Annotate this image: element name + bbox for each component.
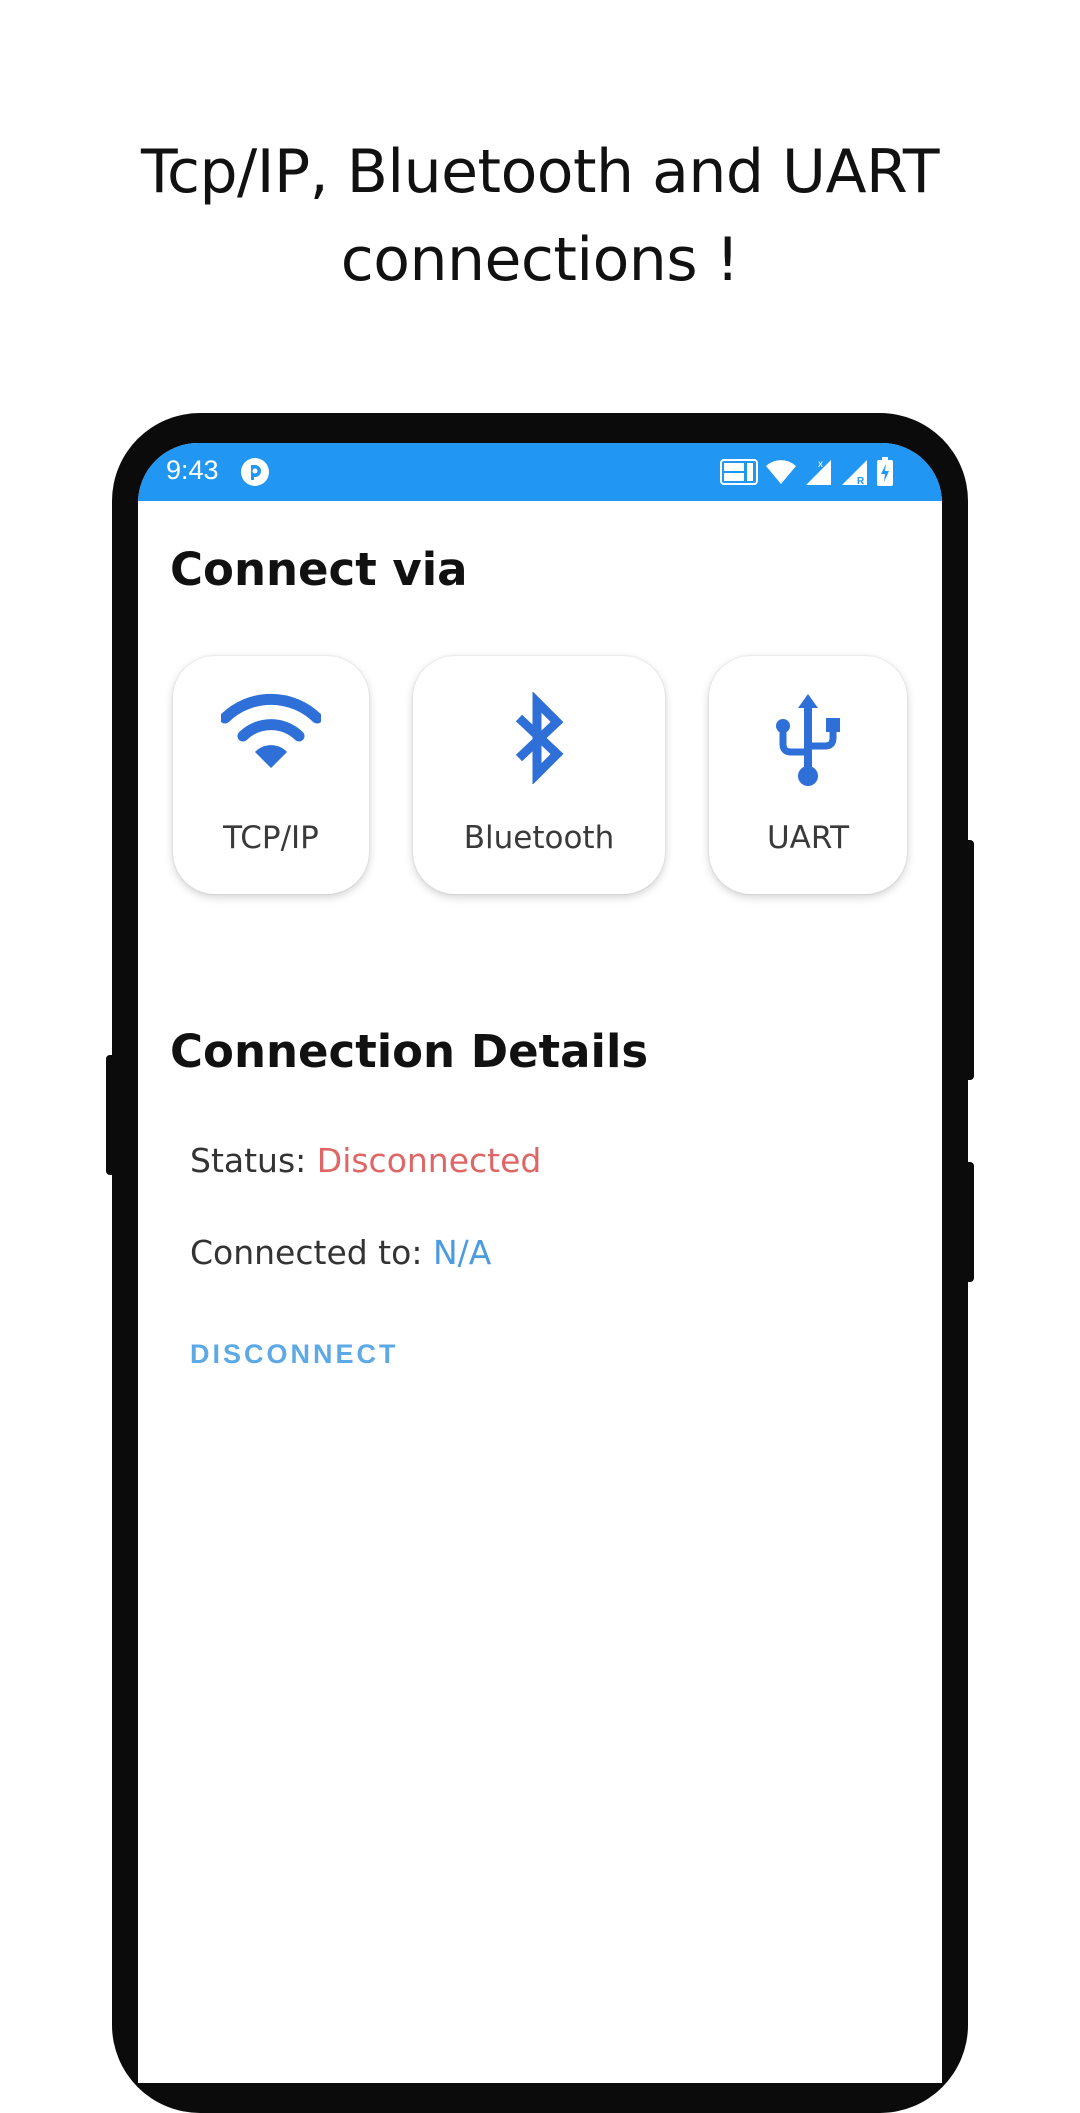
signal-roaming-icon: R bbox=[842, 460, 867, 486]
uart-option-card[interactable]: UART bbox=[709, 656, 907, 894]
signal-icon: x bbox=[806, 459, 831, 485]
disconnect-button[interactable]: DISCONNECT bbox=[190, 1339, 399, 1370]
tcpip-option-label: TCP/IP bbox=[223, 820, 319, 856]
promo-headline-line-2: connections ! bbox=[340, 225, 740, 295]
status-value: Disconnected bbox=[316, 1141, 542, 1180]
connection-details-title: Connection Details bbox=[170, 1025, 649, 1078]
status-time: 9:43 bbox=[166, 455, 219, 485]
status-bar: 9:43 x R bbox=[138, 443, 942, 501]
status-row: Status: Disconnected bbox=[190, 1141, 541, 1180]
bluetooth-option-label: Bluetooth bbox=[463, 820, 615, 856]
svg-text:R: R bbox=[857, 476, 865, 486]
svg-text:x: x bbox=[818, 459, 823, 470]
bluetooth-icon bbox=[515, 692, 564, 784]
uart-option-label: UART bbox=[766, 820, 850, 856]
bluetooth-option-card[interactable]: Bluetooth bbox=[413, 656, 665, 894]
connected-to-row: Connected to: N/A bbox=[190, 1233, 491, 1272]
connected-to-value: N/A bbox=[432, 1233, 492, 1272]
promo-headline: Tcp/IP, Bluetooth and UART connections ! bbox=[0, 128, 1080, 304]
phone-screen: 9:43 x R Connect via TCP/IP Bluetooth UA… bbox=[138, 443, 942, 2083]
battery-charging-icon bbox=[877, 457, 893, 486]
promo-headline-line-1: Tcp/IP, Bluetooth and UART bbox=[141, 137, 940, 207]
connect-via-title: Connect via bbox=[170, 543, 468, 596]
usb-icon bbox=[776, 694, 840, 786]
status-icons: x R bbox=[720, 457, 894, 487]
wifi-icon bbox=[766, 460, 796, 484]
connected-to-label: Connected to: bbox=[190, 1233, 423, 1272]
tcpip-option-card[interactable]: TCP/IP bbox=[173, 656, 369, 894]
app-notification-icon bbox=[241, 458, 269, 486]
wifi-icon bbox=[221, 693, 321, 768]
status-label: Status: bbox=[190, 1141, 307, 1180]
volte-icon bbox=[720, 459, 758, 485]
